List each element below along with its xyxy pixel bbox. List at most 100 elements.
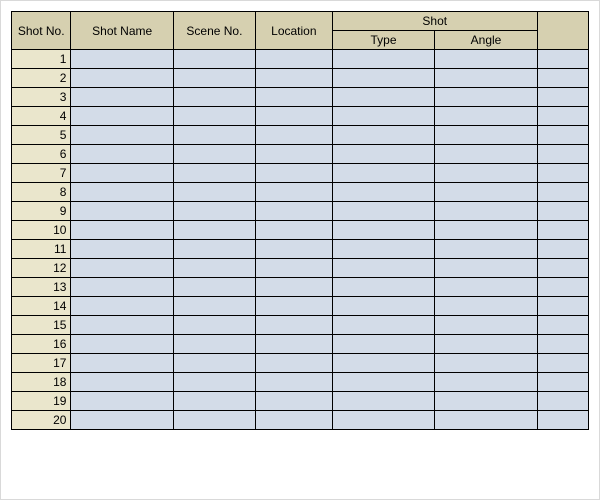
table-row: 20 [12,411,589,430]
cell-shot-name [71,316,173,335]
cell-scene-no [173,126,255,145]
cell-shot-name [71,145,173,164]
table-row: 3 [12,88,589,107]
cell-scene-no [173,240,255,259]
cell-shot-no: 14 [12,297,71,316]
cell-shot-name [71,240,173,259]
header-location: Location [255,12,332,50]
cell-shot-name [71,69,173,88]
cell-location [255,392,332,411]
cell-shot-type [332,278,434,297]
cell-shot-angle [435,69,537,88]
cell-shot-angle [435,297,537,316]
cell-shot-no: 4 [12,107,71,126]
cell-shot-name [71,373,173,392]
cell-location [255,164,332,183]
cell-extra [537,411,588,430]
header-shot-group: Shot [332,12,537,31]
cell-shot-no: 9 [12,202,71,221]
cell-shot-no: 13 [12,278,71,297]
cell-scene-no [173,145,255,164]
table-row: 13 [12,278,589,297]
cell-shot-name [71,411,173,430]
cell-location [255,69,332,88]
cell-shot-angle [435,126,537,145]
cell-shot-no: 6 [12,145,71,164]
cell-shot-angle [435,221,537,240]
cell-location [255,297,332,316]
cell-shot-no: 16 [12,335,71,354]
cell-scene-no [173,107,255,126]
cell-extra [537,278,588,297]
cell-shot-angle [435,278,537,297]
cell-extra [537,221,588,240]
header-extra [537,12,588,50]
cell-shot-angle [435,240,537,259]
cell-location [255,240,332,259]
cell-extra [537,392,588,411]
cell-shot-no: 3 [12,88,71,107]
cell-location [255,145,332,164]
cell-scene-no [173,221,255,240]
cell-shot-angle [435,88,537,107]
cell-shot-angle [435,107,537,126]
cell-scene-no [173,278,255,297]
cell-location [255,373,332,392]
cell-extra [537,335,588,354]
cell-location [255,259,332,278]
cell-extra [537,202,588,221]
cell-shot-no: 10 [12,221,71,240]
cell-location [255,278,332,297]
cell-shot-type [332,107,434,126]
table-row: 5 [12,126,589,145]
cell-location [255,183,332,202]
cell-location [255,50,332,69]
cell-shot-name [71,202,173,221]
cell-shot-type [332,354,434,373]
cell-shot-no: 8 [12,183,71,202]
table-body: 1234567891011121314151617181920 [12,50,589,430]
cell-shot-angle [435,164,537,183]
cell-shot-name [71,335,173,354]
cell-shot-type [332,316,434,335]
cell-location [255,88,332,107]
cell-shot-type [332,373,434,392]
table-row: 12 [12,259,589,278]
table-row: 4 [12,107,589,126]
table-header: Shot No. Shot Name Scene No. Location Sh… [12,12,589,50]
cell-shot-no: 11 [12,240,71,259]
cell-shot-angle [435,202,537,221]
cell-shot-no: 18 [12,373,71,392]
cell-scene-no [173,335,255,354]
cell-shot-no: 17 [12,354,71,373]
cell-extra [537,240,588,259]
cell-shot-angle [435,354,537,373]
cell-shot-angle [435,392,537,411]
cell-shot-name [71,259,173,278]
cell-extra [537,373,588,392]
cell-shot-name [71,164,173,183]
cell-extra [537,69,588,88]
cell-extra [537,107,588,126]
cell-scene-no [173,202,255,221]
header-scene-no: Scene No. [173,12,255,50]
table-row: 10 [12,221,589,240]
cell-location [255,202,332,221]
table-row: 9 [12,202,589,221]
cell-shot-type [332,164,434,183]
cell-shot-name [71,221,173,240]
cell-shot-name [71,278,173,297]
cell-location [255,335,332,354]
cell-shot-angle [435,373,537,392]
cell-location [255,221,332,240]
cell-shot-name [71,297,173,316]
cell-location [255,411,332,430]
cell-shot-type [332,145,434,164]
cell-scene-no [173,164,255,183]
cell-shot-name [71,50,173,69]
cell-shot-angle [435,145,537,164]
cell-shot-name [71,183,173,202]
cell-shot-type [332,183,434,202]
cell-scene-no [173,392,255,411]
cell-scene-no [173,69,255,88]
